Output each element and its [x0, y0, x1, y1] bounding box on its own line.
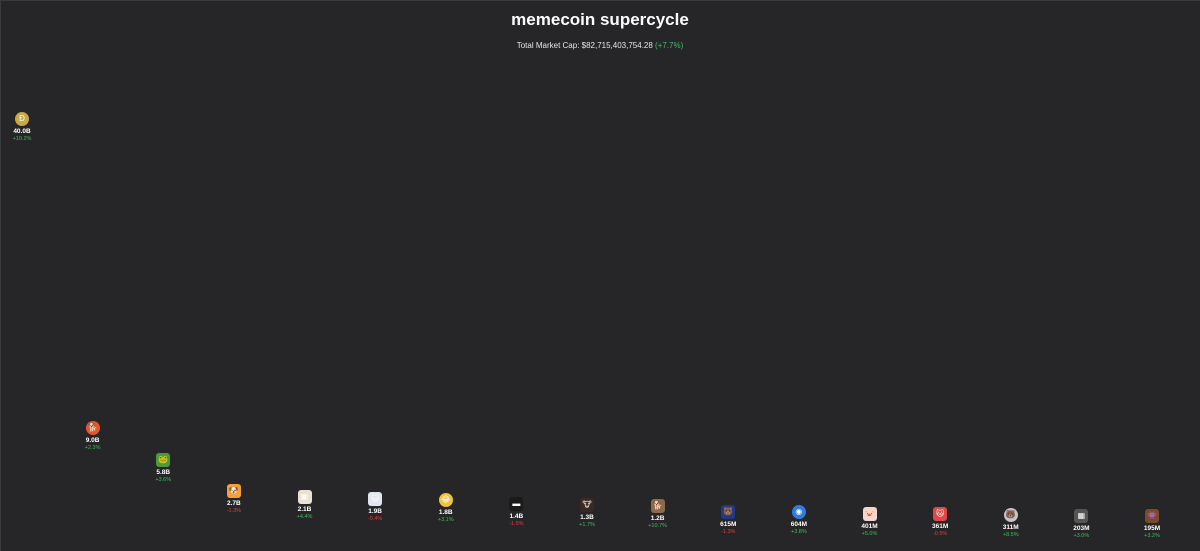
coin-change-label: +3.2% — [1144, 533, 1160, 540]
coin-point[interactable]: 🐷 401M +5.0% — [850, 507, 890, 537]
coin-market-cap-label: 1.9B — [368, 508, 382, 516]
coin-market-cap-label: 203M — [1073, 524, 1090, 532]
coin-point[interactable]: 🐕 9.0B +2.3% — [73, 421, 113, 451]
coin-point[interactable]: ◉ 604M +3.8% — [779, 504, 819, 535]
coin-change-label: -0.5% — [932, 531, 948, 538]
bull-head-icon: 🐮 — [580, 498, 594, 513]
coin-market-cap-label: 1.4B — [509, 513, 524, 521]
coin-change-label: +2.3% — [84, 445, 101, 452]
coin-market-cap-label: 5.8B — [156, 469, 171, 477]
coin-point[interactable]: 🐻 311M +8.5% — [991, 507, 1031, 538]
grey-figure-icon: ▦ — [1074, 508, 1089, 523]
coin-change-label: +1.7% — [579, 522, 595, 529]
coin-market-cap-label: 615M — [720, 520, 737, 528]
coin-market-cap-label: 311M — [1002, 523, 1019, 531]
coin-market-cap-label: 2.7B — [227, 500, 241, 508]
coin-point[interactable]: ▣ 2.1B +4.4% — [285, 490, 325, 520]
blue-cat-icon: 🐻 — [721, 504, 736, 519]
coin-point[interactable]: ▬ 1.4B -1.5% — [496, 497, 536, 527]
grey-bear-icon: 🐻 — [1003, 507, 1018, 522]
coin-market-cap-label: 9.0B — [85, 437, 100, 445]
coin-market-cap-label: 361M — [931, 523, 949, 531]
coin-point[interactable]: 🐕 1.2B +10.7% — [638, 499, 678, 529]
doge-coin-icon: Ð — [15, 112, 29, 126]
hat-dog-icon: 🐕 — [650, 499, 665, 514]
coin-market-cap-label: 1.2B — [650, 515, 665, 523]
shiba-dog-icon: 🐕 — [85, 421, 100, 436]
coin-change-label: +10.7% — [648, 523, 668, 530]
coin-point[interactable]: 😂 1.8B +3.1% — [426, 493, 466, 523]
white-cat-icon: 🐱 — [368, 492, 383, 507]
coin-change-label: +3.1% — [437, 517, 454, 524]
coin-change-label: +10.2% — [12, 136, 32, 142]
coin-change-label: +4.4% — [296, 514, 313, 521]
coin-point[interactable]: 🐱 1.9B -0.4% — [355, 492, 395, 522]
laughing-face-icon: 😂 — [438, 493, 453, 508]
bonk-dog-icon: 🐶 — [226, 484, 241, 499]
coin-change-label: -1.3% — [721, 528, 736, 535]
coin-market-cap-label: 1.8B — [438, 509, 453, 517]
coin-market-cap-label: 1.3B — [580, 514, 594, 522]
coin-change-label: +8.5% — [1002, 531, 1019, 538]
blue-orb-icon: ◉ — [791, 504, 806, 519]
coin-point[interactable]: Ð 40.0B +10.2% — [2, 112, 42, 142]
chart-plot: Ð 40.0B +10.2% 🐕 9.0B +2.3% 🐸 5.8B +3.6% 🐶 2.7B -1.… — [0, 0, 1200, 551]
coin-point[interactable]: 👾 195M +3.2% — [1132, 509, 1172, 539]
coin-market-cap-label: 401M — [861, 523, 878, 530]
coin-point[interactable]: ▦ 203M +3.0% — [1061, 508, 1101, 539]
coin-change-label: +3.0% — [1073, 532, 1090, 539]
coin-point[interactable]: 🐱 361M -0.5% — [920, 507, 960, 537]
coin-change-label: +3.6% — [155, 477, 172, 484]
coin-change-label: -1.5% — [509, 521, 524, 528]
coin-point[interactable]: 🐻 615M -1.3% — [708, 504, 748, 535]
framed-portrait-icon: ▣ — [297, 490, 312, 505]
coin-change-label: -1.3% — [226, 508, 242, 515]
dark-logo-icon: ▬ — [509, 497, 524, 512]
pepe-frog-icon: 🐸 — [156, 453, 171, 468]
coin-change-label: -0.4% — [367, 516, 383, 523]
coin-change-label: +5.0% — [861, 531, 878, 537]
coin-market-cap-label: 40.0B — [13, 128, 31, 135]
coin-point[interactable]: 🐶 2.7B -1.3% — [214, 484, 254, 514]
pink-pig-icon: 🐷 — [862, 507, 877, 521]
coin-change-label: +3.8% — [791, 528, 807, 535]
red-cat-icon: 🐱 — [933, 507, 948, 522]
coin-market-cap-label: 195M — [1143, 525, 1161, 533]
coin-point[interactable]: 🐸 5.8B +3.6% — [143, 453, 183, 483]
coin-point[interactable]: 🐮 1.3B +1.7% — [567, 498, 607, 528]
coin-market-cap-label: 604M — [790, 520, 807, 528]
coin-market-cap-label: 2.1B — [297, 506, 312, 514]
pixel-character-icon: 👾 — [1145, 509, 1159, 524]
